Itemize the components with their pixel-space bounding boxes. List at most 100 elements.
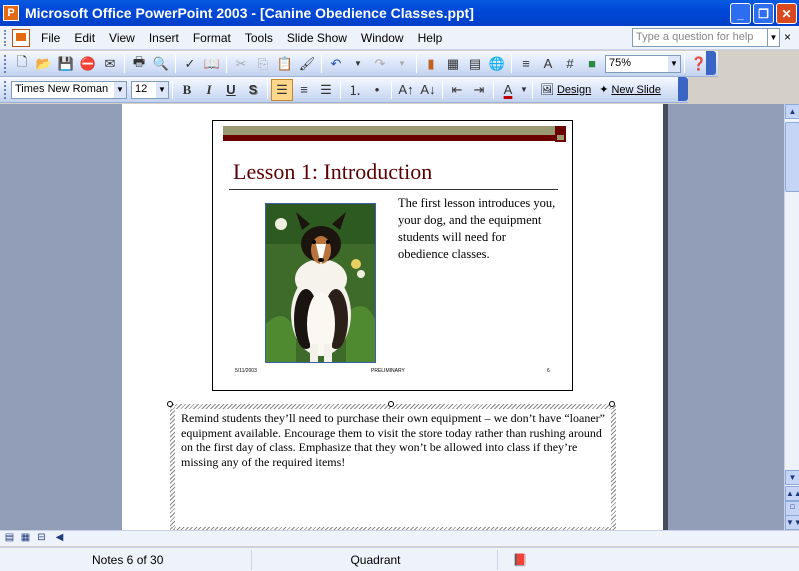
slide-decor-bar <box>223 126 555 135</box>
design-template-text: Quadrant <box>350 553 401 567</box>
normal-view-icon[interactable]: ▤ <box>2 532 17 546</box>
ask-dropdown-icon[interactable]: ▼ <box>768 28 780 47</box>
undo-dropdown-icon[interactable]: ▼ <box>347 53 369 75</box>
italic-button[interactable]: I <box>198 79 220 101</box>
notes-position-text: Notes 6 of 30 <box>92 553 164 567</box>
slide-show-icon[interactable]: ⊟ <box>34 532 49 546</box>
open-icon[interactable]: 📂 <box>33 53 55 75</box>
undo-icon[interactable]: ↶ <box>325 53 347 75</box>
shadow-button[interactable]: S <box>242 79 264 101</box>
menu-help[interactable]: Help <box>411 31 450 45</box>
close-button[interactable]: ✕ <box>776 3 797 24</box>
restore-button[interactable]: ❐ <box>753 3 774 24</box>
font-size-dropdown-icon[interactable]: ▼ <box>156 81 168 98</box>
underline-button[interactable]: U <box>220 79 242 101</box>
window-title: Microsoft Office PowerPoint 2003 - [Cani… <box>25 5 474 21</box>
menu-grip[interactable] <box>4 29 8 46</box>
align-right-icon[interactable]: ☰ <box>315 79 337 101</box>
show-formatting-icon[interactable]: A <box>537 53 559 75</box>
save-icon[interactable]: 💾 <box>55 53 77 75</box>
research-icon[interactable]: 📖 <box>201 53 223 75</box>
redo-icon[interactable]: ↷ <box>369 53 391 75</box>
notes-page: Lesson 1: Introduction The first lesson … <box>122 104 663 532</box>
print-preview-icon[interactable]: 🔍 <box>150 53 172 75</box>
bullets-icon[interactable]: • <box>366 79 388 101</box>
scroll-left-icon[interactable]: ◀ <box>52 532 67 546</box>
new-slide-label: New Slide <box>611 83 661 96</box>
previous-slide-icon[interactable]: ☐ <box>785 501 799 516</box>
ask-question-input[interactable]: Type a question for help <box>632 28 768 47</box>
powerpoint-icon[interactable]: P <box>3 5 19 21</box>
menu-insert[interactable]: Insert <box>142 31 186 45</box>
document-icon[interactable] <box>12 28 30 47</box>
font-color-icon[interactable]: A <box>497 79 519 101</box>
font-dropdown-icon[interactable]: ▼ <box>114 81 126 98</box>
new-icon[interactable]: 🗋 <box>11 53 33 75</box>
hyperlink-icon[interactable]: 🌐 <box>486 53 508 75</box>
slide-sorter-view-icon[interactable]: ▦ <box>18 532 33 546</box>
menu-tools[interactable]: Tools <box>238 31 280 45</box>
resize-handle[interactable] <box>388 401 394 407</box>
increase-font-icon[interactable]: A↑ <box>395 79 417 101</box>
status-bar: Notes 6 of 30 Quadrant 📕 <box>0 547 799 571</box>
menu-file[interactable]: File <box>34 31 67 45</box>
copy-icon[interactable]: ⎘ <box>252 53 274 75</box>
align-left-icon[interactable]: ☰ <box>271 78 293 101</box>
cut-icon[interactable]: ✂ <box>230 53 252 75</box>
design-button[interactable]: 🖼 Design <box>536 79 595 101</box>
menu-format[interactable]: Format <box>186 31 238 45</box>
expand-all-icon[interactable]: ≡ <box>515 53 537 75</box>
scroll-down-icon[interactable]: ▼ <box>785 470 799 485</box>
format-painter-icon[interactable]: 🖌 <box>296 53 318 75</box>
zoom-dropdown-icon[interactable]: ▼ <box>668 55 680 72</box>
chart-icon[interactable]: ▮ <box>420 53 442 75</box>
slide-footer-number: 6 <box>547 368 550 374</box>
table-icon[interactable]: ▦ <box>442 53 464 75</box>
previous-slide-icon[interactable]: ▲▲ <box>785 486 799 501</box>
grid-icon[interactable]: # <box>559 53 581 75</box>
decrease-font-icon[interactable]: A↓ <box>417 79 439 101</box>
tables-borders-icon[interactable]: ▤ <box>464 53 486 75</box>
align-center-icon[interactable]: ≡ <box>293 79 315 101</box>
vertical-scrollbar[interactable]: ▲ ▼ ▲▲ ☐ ▼▼ <box>784 104 799 530</box>
zoom-combo[interactable]: 75% ▼ <box>605 54 681 73</box>
minimize-button[interactable]: _ <box>730 3 751 24</box>
slide-title: Lesson 1: Introduction <box>233 159 433 184</box>
document-close-icon[interactable]: × <box>784 30 791 44</box>
font-size-combo[interactable]: 12 ▼ <box>131 80 169 99</box>
resize-handle[interactable] <box>609 401 615 407</box>
scroll-up-icon[interactable]: ▲ <box>785 104 799 119</box>
next-slide-icon[interactable]: ▼▼ <box>785 515 799 530</box>
paste-icon[interactable]: 📋 <box>274 53 296 75</box>
permission-icon[interactable]: ⛔ <box>77 53 99 75</box>
numbering-icon[interactable]: ⒈ <box>344 79 366 101</box>
menu-view[interactable]: View <box>102 31 142 45</box>
toolbar-options-icon[interactable] <box>678 77 688 101</box>
spelling-icon[interactable]: ✓ <box>179 53 201 75</box>
resize-handle[interactable] <box>167 401 173 407</box>
font-color-dropdown-icon[interactable]: ▼ <box>519 79 529 101</box>
color-grayscale-icon[interactable]: ■ <box>581 53 603 75</box>
redo-dropdown-icon[interactable]: ▼ <box>391 53 413 75</box>
design-template-status: Quadrant <box>254 550 498 570</box>
toolbar-grip[interactable] <box>4 54 7 73</box>
scroll-thumb[interactable] <box>785 122 799 192</box>
menu-slide-show[interactable]: Slide Show <box>280 31 354 45</box>
bold-button[interactable]: B <box>176 79 198 101</box>
design-icon: 🖼 <box>540 84 554 96</box>
email-icon[interactable]: ✉ <box>99 53 121 75</box>
font-combo[interactable]: Times New Roman ▼ <box>11 80 127 99</box>
toolbar-grip[interactable] <box>4 80 7 99</box>
new-slide-button[interactable]: ✦ New Slide <box>595 79 665 101</box>
slide-thumbnail[interactable]: Lesson 1: Introduction The first lesson … <box>212 120 573 391</box>
spelling-status-icon: 📕 <box>512 553 528 567</box>
notes-text[interactable]: Remind students they’ll need to purchase… <box>175 409 611 527</box>
spelling-status[interactable]: 📕 <box>500 550 540 570</box>
toolbar-options-icon[interactable] <box>706 51 716 75</box>
increase-indent-icon[interactable]: ⇥ <box>468 79 490 101</box>
print-icon[interactable]: 🖶 <box>128 53 150 75</box>
menu-window[interactable]: Window <box>354 31 411 45</box>
decrease-indent-icon[interactable]: ⇤ <box>446 79 468 101</box>
menu-edit[interactable]: Edit <box>67 31 102 45</box>
notes-placeholder[interactable]: Remind students they’ll need to purchase… <box>170 404 616 532</box>
